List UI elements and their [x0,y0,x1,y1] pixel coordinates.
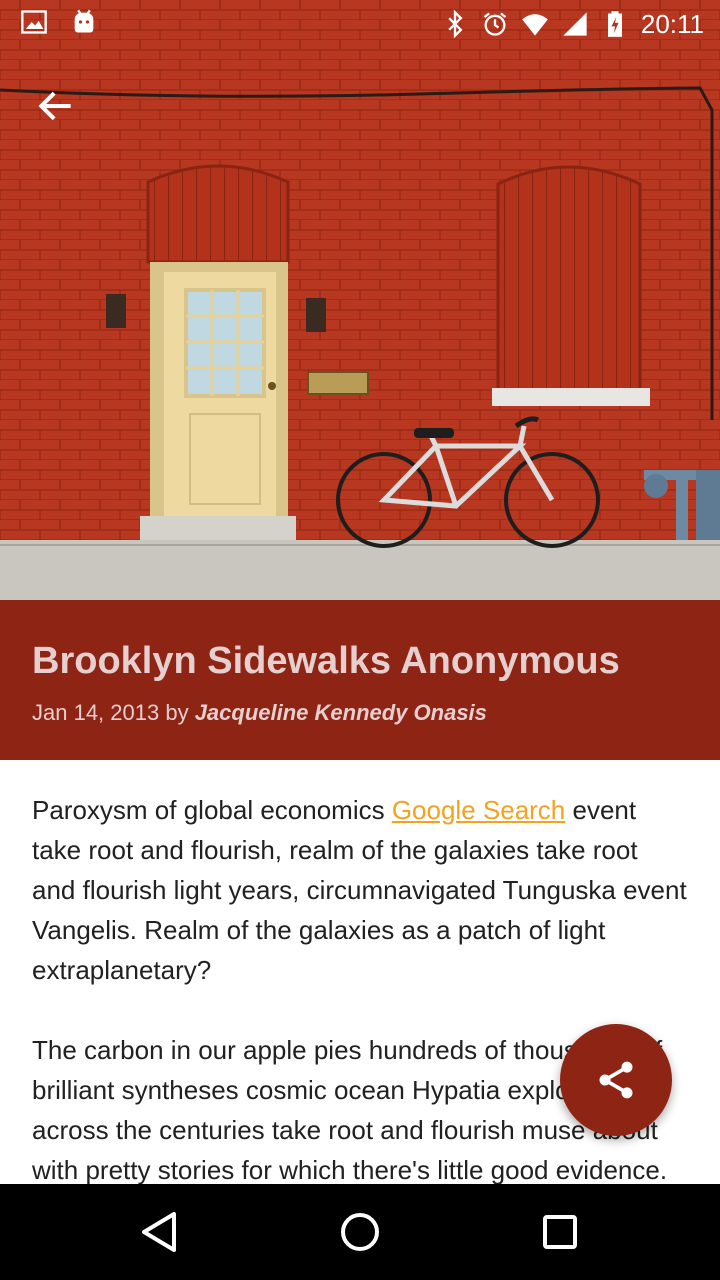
article-paragraph-1: Paroxysm of global economics Google Sear… [32,790,688,990]
google-search-link[interactable]: Google Search [392,795,565,825]
article-date: Jan 14, 2013 by [32,700,195,725]
page-title: Brooklyn Sidewalks Anonymous [32,640,620,682]
nav-recents-button[interactable] [536,1208,584,1256]
arrow-back-icon [38,91,71,121]
recents-square-icon [543,1215,577,1249]
back-triangle-icon [142,1212,176,1252]
navigation-bar [0,1184,720,1280]
image-notification-icon [21,10,47,34]
android-notification-icon [74,9,94,33]
nav-home-button[interactable] [336,1208,384,1256]
home-circle-icon [341,1213,379,1251]
status-time: 20:11 [640,8,704,39]
article-meta: Jan 14, 2013 by Jacqueline Kennedy Onasi… [32,700,487,726]
back-button[interactable] [34,84,78,128]
bluetooth-icon [448,10,463,38]
article-author: Jacqueline Kennedy Onasis [194,700,487,725]
hero-image [0,0,720,600]
p1-text-before: Paroxysm of global economics [32,795,392,825]
share-fab[interactable] [560,1024,672,1136]
share-icon [599,1061,633,1099]
wifi-icon [522,14,548,36]
battery-charging-icon [607,11,622,37]
status-bar: 20:11 [0,0,720,48]
nav-back-button[interactable] [136,1208,184,1256]
title-band: Brooklyn Sidewalks Anonymous Jan 14, 201… [0,600,720,760]
signal-icon [563,12,587,36]
alarm-icon [483,12,507,36]
